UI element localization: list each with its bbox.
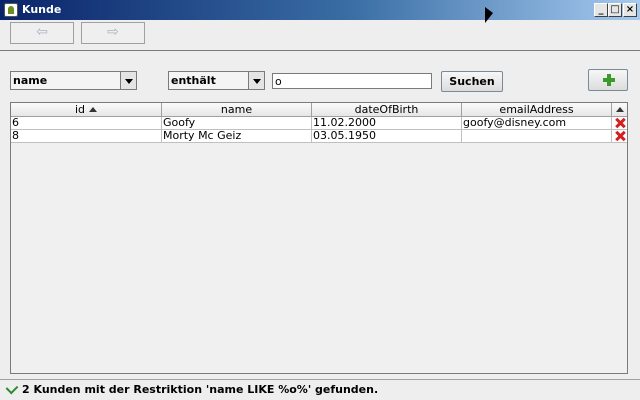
sort-ascending-icon [89, 107, 98, 112]
cell-emailaddress [462, 130, 612, 143]
operator-select[interactable]: enthält [168, 71, 265, 90]
delete-row-button[interactable] [612, 117, 627, 130]
column-header-dateofbirth[interactable]: dateOfBirth [312, 103, 462, 117]
chevron-down-icon[interactable] [120, 72, 136, 89]
minimize-button[interactable]: _ [594, 3, 608, 17]
chevron-down-icon[interactable] [248, 72, 264, 89]
status-text: 2 Kunden mit der Restriktion 'name LIKE … [22, 383, 379, 396]
column-header-label: emailAddress [499, 103, 574, 116]
field-select[interactable]: name [10, 71, 137, 90]
close-button[interactable]: × [623, 3, 637, 17]
window-title: Kunde [22, 3, 62, 16]
cell-dateofbirth: 03.05.1950 [312, 130, 462, 143]
cell-emailaddress: goofy@disney.com [462, 117, 612, 130]
title-bar: Kunde _ □ × [0, 0, 640, 20]
column-header-id[interactable]: id [11, 103, 162, 117]
column-header-name[interactable]: name [162, 103, 312, 117]
column-header-label: id [74, 103, 86, 116]
arrow-left-icon: ⇦ [36, 24, 48, 40]
column-header-emailaddress[interactable]: emailAddress [462, 103, 612, 117]
search-input[interactable] [272, 73, 432, 89]
table-row[interactable]: 6 Goofy 11.02.2000 goofy@disney.com [11, 117, 627, 130]
operator-select-value: enthält [171, 74, 216, 87]
check-icon [5, 381, 19, 395]
delete-row-button[interactable] [612, 130, 627, 143]
column-header-label: name [220, 103, 253, 116]
status-bar: 2 Kunden mit der Restriktion 'name LIKE … [0, 379, 640, 400]
delete-icon [615, 131, 625, 141]
search-button[interactable]: Suchen [441, 71, 503, 92]
cell-dateofbirth: 11.02.2000 [312, 117, 462, 130]
delete-icon [615, 118, 625, 128]
cell-name: Goofy [162, 117, 312, 130]
cell-name: Morty Mc Geiz [162, 130, 312, 143]
cell-id: 6 [11, 117, 162, 130]
plus-icon [603, 74, 615, 86]
arrow-right-icon: ⇨ [107, 24, 119, 40]
navigation-toolbar: ⇦ ⇨ [0, 20, 640, 51]
add-customer-button[interactable] [588, 69, 628, 91]
customer-table: id name dateOfBirth emailAddress 6 Goofy… [10, 102, 628, 374]
app-icon [4, 3, 18, 17]
column-menu-button[interactable] [612, 103, 627, 117]
forward-button[interactable]: ⇨ [81, 22, 145, 44]
cell-id: 8 [11, 130, 162, 143]
mouse-cursor-icon [485, 7, 493, 23]
column-header-label: dateOfBirth [354, 103, 419, 116]
maximize-button[interactable]: □ [608, 3, 622, 17]
table-header: id name dateOfBirth emailAddress [11, 103, 627, 117]
field-select-value: name [13, 74, 48, 87]
table-row[interactable]: 8 Morty Mc Geiz 03.05.1950 [11, 130, 627, 143]
back-button[interactable]: ⇦ [10, 22, 74, 44]
